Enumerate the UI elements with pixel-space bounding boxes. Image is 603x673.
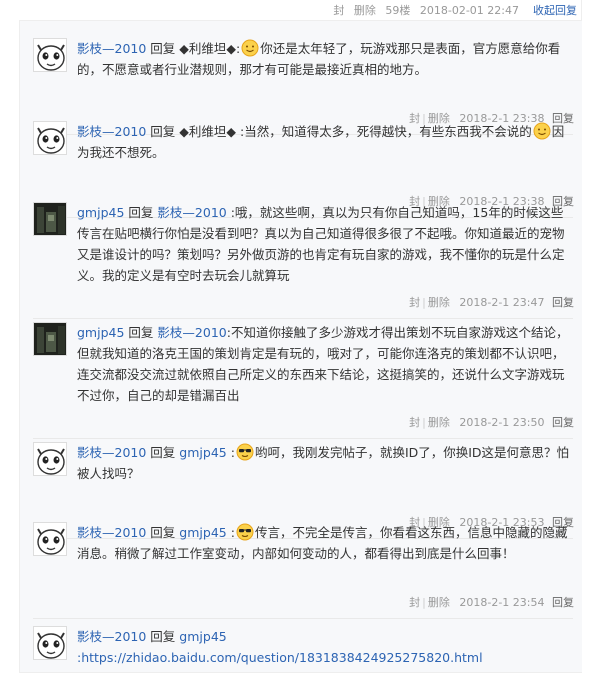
reply-target[interactable]: 影枝—2010 — [157, 325, 226, 340]
sunglasses-emoticon-icon — [236, 443, 254, 461]
reply-button[interactable]: 回复 — [552, 296, 574, 309]
reply-meta: 封 | 删除 2018-2-1 23:54 回复 — [409, 596, 574, 609]
cartoon-face-avatar-icon[interactable] — [33, 442, 67, 476]
reply-divider — [33, 438, 573, 439]
reply-username[interactable]: 影枝—2010 — [77, 124, 146, 139]
reply-target[interactable]: gmjp45 — [179, 445, 226, 460]
reply-content: gmjp45 回复 影枝—2010 :哦，就这些啊，真以为只有你自己知道吗，15… — [77, 202, 572, 286]
reply-content: gmjp45 回复 影枝—2010:不知道你接触了多少游戏才得出策划不玩自家游戏… — [77, 322, 572, 406]
reply-colon: : — [230, 525, 235, 540]
floor-meta-bar: 封 删除 59楼 2018-02-01 22:47 收起回复 — [0, 0, 603, 20]
reply-prefix: 回复 — [150, 124, 176, 139]
reply-target[interactable]: gmjp45 — [179, 629, 226, 644]
delete-link[interactable]: 删除 — [428, 416, 450, 429]
collapse-replies-button[interactable]: 收起回复 — [533, 2, 577, 18]
reply-username[interactable]: gmjp45 — [77, 325, 124, 340]
reply-content: 影枝—2010 回复 ◆利维坦◆ :当然，知道得太多，死得越快，有些东西我不会说… — [77, 121, 572, 163]
cartoon-face-avatar-icon[interactable] — [33, 626, 67, 660]
reply-colon: : — [230, 445, 235, 460]
reply-time: 2018-2-1 23:54 — [459, 596, 545, 609]
delete-link[interactable]: 删除 — [354, 4, 376, 17]
reply-url-link[interactable]: :https://zhidao.baidu.com/question/18318… — [77, 650, 483, 665]
reply-panel: 影枝—2010 回复 ◆利维坦◆: 你还是太年轻了，玩游戏那只是表面，官方愿意给你… — [19, 20, 582, 673]
seal-link[interactable]: 封 — [333, 4, 344, 17]
reply-meta: 封 | 删除 2018-2-1 23:50 回复 — [409, 416, 574, 429]
reply-content: 影枝—2010 回复 gmjp45 :https://zhidao.baidu.… — [77, 626, 572, 668]
reply-prefix: 回复 — [150, 629, 176, 644]
dark-photo-avatar-icon[interactable] — [33, 202, 67, 236]
reply-button[interactable]: 回复 — [552, 416, 574, 429]
reply-text: :当然，知道得太多，死得越快，有些东西我不会说的 — [240, 124, 532, 139]
reply-prefix: 回复 — [128, 205, 154, 220]
cartoon-face-avatar-icon[interactable] — [33, 121, 67, 155]
reply-prefix: 回复 — [128, 325, 154, 340]
floor-time: 2018-02-01 22:47 — [419, 4, 519, 17]
reply-username[interactable]: 影枝—2010 — [77, 445, 146, 460]
sunglasses-emoticon-icon — [236, 523, 254, 541]
seal-link[interactable]: 封 — [409, 596, 420, 609]
reply-content: 影枝—2010 回复 ◆利维坦◆: 你还是太年轻了，玩游戏那只是表面，官方愿意给你… — [77, 38, 572, 80]
reply-time: 2018-2-1 23:50 — [459, 416, 545, 429]
smile-emoticon-icon — [241, 39, 259, 57]
reply-content: 影枝—2010 回复 gmjp45 : 传言，不完全是传言，你看看这东西，信息中隐… — [77, 522, 572, 564]
reply-content: 影枝—2010 回复 gmjp45 : 哟呵，我刚发完帖子，就换ID了，你换ID这… — [77, 442, 572, 484]
reply-colon: : — [236, 41, 241, 56]
reply-prefix: 回复 — [150, 525, 176, 540]
reply-time: 2018-2-1 23:47 — [459, 296, 545, 309]
reply-divider — [33, 618, 573, 619]
reply-prefix: 回复 — [150, 445, 176, 460]
reply-button[interactable]: 回复 — [552, 596, 574, 609]
cartoon-face-avatar-icon[interactable] — [33, 38, 67, 72]
delete-link[interactable]: 删除 — [428, 596, 450, 609]
floor-actions: 封 删除 59楼 2018-02-01 22:47 — [327, 2, 519, 18]
reply-divider — [33, 318, 573, 319]
seal-link[interactable]: 封 — [409, 296, 420, 309]
reply-target[interactable]: ◆利维坦◆ — [179, 124, 236, 139]
smile-emoticon-icon — [533, 122, 551, 140]
dark-photo-avatar-icon[interactable] — [33, 322, 67, 356]
reply-username[interactable]: 影枝—2010 — [77, 41, 146, 56]
reply-target[interactable]: gmjp45 — [179, 525, 226, 540]
reply-username[interactable]: 影枝—2010 — [77, 629, 146, 644]
seal-link[interactable]: 封 — [409, 416, 420, 429]
floor-number: 59楼 — [385, 4, 411, 17]
reply-target[interactable]: ◆利维坦◆ — [179, 41, 236, 56]
reply-username[interactable]: gmjp45 — [77, 205, 124, 220]
cartoon-face-avatar-icon[interactable] — [33, 522, 67, 556]
delete-link[interactable]: 删除 — [428, 296, 450, 309]
reply-meta: 封 | 删除 2018-2-1 23:47 回复 — [409, 296, 574, 309]
reply-prefix: 回复 — [150, 41, 176, 56]
reply-username[interactable]: 影枝—2010 — [77, 525, 146, 540]
reply-target[interactable]: 影枝—2010 — [157, 205, 226, 220]
